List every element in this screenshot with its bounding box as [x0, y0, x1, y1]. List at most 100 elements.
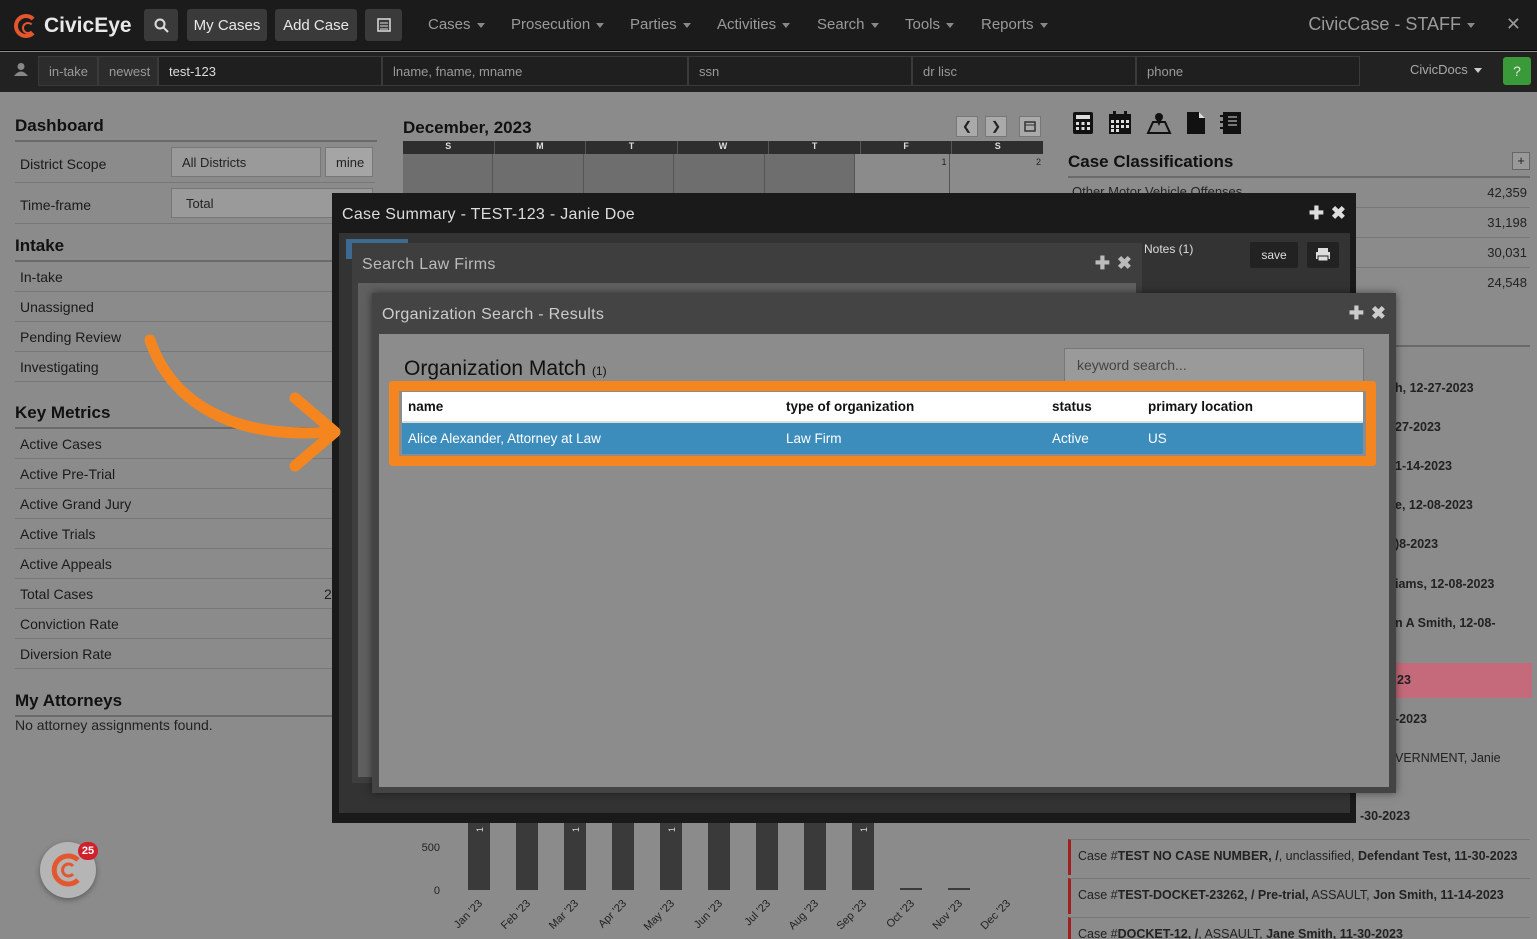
bar-data-label: 1 — [571, 827, 581, 832]
calendar-icon — [1024, 121, 1036, 132]
metric-item[interactable]: Active Grand Jury — [15, 489, 375, 519]
calendar-cell[interactable]: 1 — [855, 154, 950, 193]
search-button[interactable] — [144, 9, 178, 41]
classification-count: 31,198 — [1487, 215, 1527, 230]
menu-search[interactable]: Search — [817, 16, 879, 33]
menu-cases-label: Cases — [428, 16, 471, 33]
calendar-day-header: F — [861, 141, 953, 154]
calendar-prev-button[interactable]: ❮ — [956, 116, 978, 137]
chevron-right-icon: ❯ — [990, 119, 1002, 133]
activity-item[interactable]: e, 12-08-2023 — [1395, 498, 1473, 512]
menu-cases[interactable]: Cases — [428, 16, 485, 33]
metric-item[interactable]: Total Cases — [15, 579, 375, 609]
calendar-grid-icon[interactable] — [1108, 111, 1132, 135]
name-search-input[interactable]: lname, fname, mname — [382, 56, 688, 86]
total-cases-value: 2 — [324, 586, 332, 602]
modal-title: Case Summary - TEST-123 - Janie Doe — [342, 206, 635, 223]
case-detail: ASSAULT, — [1308, 888, 1370, 902]
expand-icon[interactable]: ✚ — [1095, 253, 1110, 274]
activity-item[interactable]: )8-2023 — [1395, 537, 1438, 551]
calendar-next-button[interactable]: ❯ — [985, 116, 1007, 137]
chevron-down-icon — [476, 22, 485, 28]
menu-reports-label: Reports — [981, 16, 1034, 33]
metric-item[interactable]: Conviction Rate — [15, 609, 375, 639]
attorneys-empty-text: No attorney assignments found. — [15, 717, 213, 733]
chevron-left-icon: ❮ — [961, 119, 973, 133]
mine-button[interactable]: mine — [325, 147, 373, 177]
tab-notes[interactable]: Notes (1) — [1144, 242, 1193, 256]
activity-case-row[interactable]: Case #TEST NO CASE NUMBER, /, unclassifi… — [1068, 839, 1530, 875]
activity-item[interactable]: 1-14-2023 — [1395, 459, 1452, 473]
activity-item[interactable]: h, 12-27-2023 — [1395, 381, 1474, 395]
menu-reports[interactable]: Reports — [981, 16, 1048, 33]
calendar-cell[interactable] — [674, 154, 765, 193]
close-icon[interactable]: ✕ — [1506, 14, 1521, 35]
x-tick-label: May '23 — [642, 898, 677, 933]
activity-item[interactable]: n A Smith, 12-08- — [1395, 616, 1495, 630]
chevron-down-icon — [1467, 22, 1475, 28]
calendar-cell[interactable] — [583, 154, 675, 193]
calendar-view-button[interactable] — [1019, 116, 1041, 137]
calendar-cell[interactable] — [764, 154, 856, 193]
metric-item[interactable]: Active Appeals — [15, 549, 375, 579]
expand-icon[interactable]: ✚ — [1309, 203, 1324, 224]
activity-item[interactable]: -30-2023 — [1360, 809, 1410, 823]
close-icon[interactable]: ✖ — [1117, 253, 1132, 274]
add-classification-button[interactable]: + — [1512, 152, 1530, 170]
print-button[interactable] — [1307, 242, 1339, 268]
case-search-input[interactable]: test-123 — [158, 56, 382, 86]
bar-data-label: 1 — [667, 827, 677, 832]
civicdocs-menu[interactable]: CivicDocs — [1410, 62, 1482, 77]
x-tick-label: Dec '23 — [979, 898, 1014, 933]
menu-activities[interactable]: Activities — [717, 16, 791, 33]
phone-search-input[interactable]: phone — [1136, 56, 1360, 86]
expand-icon[interactable]: ✚ — [1349, 303, 1364, 324]
metric-item[interactable]: Active Trials — [15, 519, 375, 549]
close-icon[interactable]: ✖ — [1371, 303, 1386, 324]
activity-case-row[interactable]: Case #TEST-DOCKET-23262, / Pre-trial, AS… — [1068, 878, 1530, 914]
intake-filter[interactable]: in-take — [38, 56, 98, 86]
metric-item[interactable]: Diversion Rate — [15, 639, 375, 669]
menu-tools[interactable]: Tools — [905, 16, 955, 33]
activity-item[interactable]: 27-2023 — [1395, 420, 1441, 434]
notebook-icon[interactable] — [1220, 111, 1242, 135]
close-icon[interactable]: ✖ — [1331, 203, 1346, 224]
my-cases-button[interactable]: My Cases — [187, 9, 267, 41]
newest-filter[interactable]: newest — [98, 56, 158, 86]
list-button[interactable] — [365, 9, 402, 41]
activity-item[interactable]: iams, 12-08-2023 — [1395, 577, 1494, 591]
user-icon[interactable] — [14, 62, 28, 81]
calendar-cell[interactable] — [493, 154, 584, 193]
case-number: TEST-DOCKET-23262, / Pre-trial, — [1117, 888, 1309, 902]
calendar-cell[interactable] — [403, 154, 494, 193]
save-button[interactable]: save — [1250, 242, 1298, 268]
drlisc-search-input[interactable]: dr lisc — [912, 56, 1136, 86]
x-tick-label: Aug '23 — [786, 898, 821, 933]
chart-bar[interactable] — [900, 888, 922, 890]
dashboard-title: Dashboard — [15, 116, 377, 142]
add-case-button[interactable]: Add Case — [275, 9, 357, 41]
activity-item[interactable]: -2023 — [1395, 712, 1427, 726]
activity-case-row[interactable]: Case #DOCKET-12, /, ASSAULT, Jane Smith,… — [1068, 917, 1530, 939]
intake-item[interactable]: In-take — [15, 262, 375, 292]
menu-prosecution[interactable]: Prosecution — [511, 16, 605, 33]
case-prefix: Case # — [1078, 849, 1118, 863]
app-name-menu[interactable]: CivicCase - STAFF — [1308, 14, 1475, 35]
map-marker-icon[interactable] — [1146, 111, 1172, 135]
document-icon[interactable] — [1186, 111, 1206, 135]
chart-bar[interactable] — [948, 888, 970, 890]
case-party: Jane Smith, 11-30-2023 — [1266, 927, 1403, 939]
district-scope-select[interactable]: All Districts — [171, 147, 321, 177]
activity-item[interactable]: VERNMENT, Janie — [1395, 751, 1501, 765]
brand-logo[interactable]: CivicEye — [14, 12, 132, 40]
y-tick-label: 0 — [434, 885, 440, 897]
activity-item-highlighted[interactable]: 23 — [1395, 663, 1532, 698]
intake-item[interactable]: Unassigned — [15, 292, 375, 322]
my-attorneys-title: My Attorneys — [15, 691, 377, 717]
calendar-cell[interactable]: 2 — [949, 154, 1043, 193]
calculator-icon[interactable] — [1072, 111, 1094, 135]
help-button[interactable]: ? — [1503, 57, 1531, 85]
keyword-search-input[interactable]: keyword search... — [1064, 348, 1364, 382]
ssn-search-input[interactable]: ssn — [688, 56, 912, 86]
menu-parties[interactable]: Parties — [630, 16, 691, 33]
